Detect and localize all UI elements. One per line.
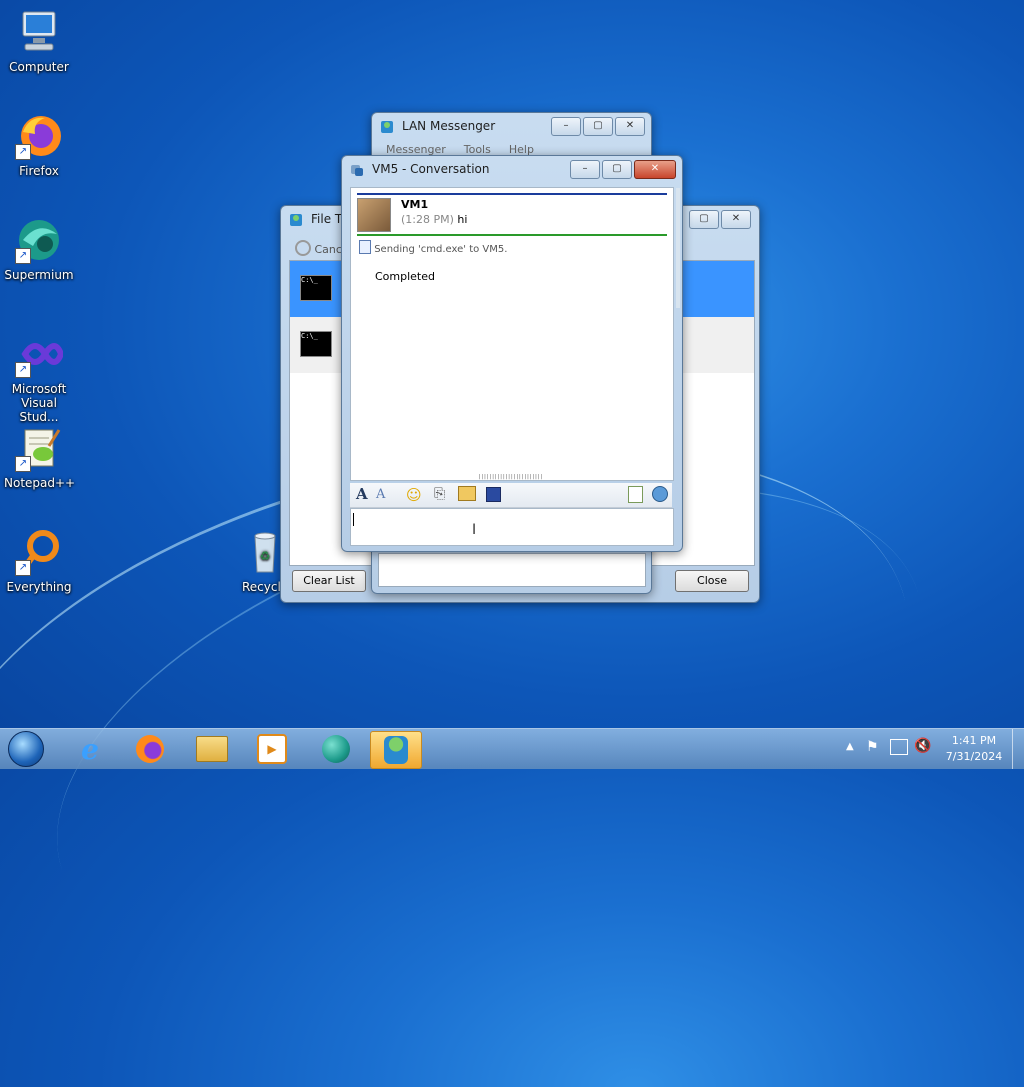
file-transfer-notice: Sending 'cmd.exe' to VM5. [359,240,507,255]
clock[interactable]: 1:41 PM 7/31/2024 [940,733,1008,765]
close-transfer-button[interactable]: Close [675,570,749,592]
sending-text: Sending 'cmd.exe' to VM5. [374,244,508,255]
history-icon[interactable] [628,486,643,503]
supermium-icon [322,735,350,763]
show-desktop-button[interactable] [1012,729,1024,769]
close-button[interactable]: ✕ [634,160,676,179]
shortcut-arrow-icon: ↗ [15,248,31,264]
avatar [357,198,391,232]
conversation-window: VM5 - Conversation – ▢ ✕ VM1 (1:28 PM) h… [341,155,683,552]
sender-name: VM1 [401,198,429,211]
supermium-icon: ↗ [15,216,63,264]
desktop-icon-notepad-plus-plus[interactable]: ↗ Notepad++ [4,424,76,490]
lan-messenger-bottom-panel [378,553,646,587]
lan-messenger-titlebar[interactable]: LAN Messenger – ▢ ✕ [372,113,651,141]
maximize-button[interactable]: ▢ [583,117,613,136]
minimize-button[interactable]: – [570,160,600,179]
emoticon-icon[interactable]: ☺ [406,486,422,504]
broadcast-icon[interactable] [652,486,668,502]
cmd-file-icon: C:\_ [300,331,332,357]
everything-search-icon: ↗ [15,528,63,576]
computer-icon [15,8,63,56]
maximize-button[interactable]: ▢ [602,160,632,179]
folder-icon [196,736,228,762]
clock-date: 7/31/2024 [945,750,1003,763]
conversation-app-icon [350,162,364,178]
visual-studio-icon: ↗ [15,330,65,378]
volume-muted-icon[interactable]: 🔇 [914,738,931,754]
shortcut-arrow-icon: ↗ [15,456,31,472]
taskbar-firefox[interactable] [124,731,176,767]
message-text: hi [457,213,468,226]
completed-status: Completed [375,270,435,283]
clock-time: 1:41 PM [951,734,997,747]
splitter-handle[interactable]: |||||||||||||||||||||||| [350,475,672,480]
close-button[interactable]: ✕ [721,210,751,229]
firefox-icon [136,735,164,763]
desktop-icon-label: Everything [6,580,72,594]
file-icon [359,240,371,254]
media-player-icon: ▶ [257,734,287,764]
shortcut-arrow-icon: ↗ [15,144,31,160]
font-icon[interactable]: A [356,485,368,503]
desktop-icon-label: Microsoft Visual Stud... [11,382,67,424]
cancel-icon [295,240,311,256]
message-time: (1:28 PM) [401,213,454,226]
desktop-icon-computer[interactable]: Computer [4,8,74,74]
lan-messenger-title: LAN Messenger [402,119,496,133]
internet-explorer-icon: e [81,732,99,766]
taskbar-explorer[interactable] [186,731,238,767]
clear-list-button[interactable]: Clear List [292,570,366,592]
svg-text:♻: ♻ [260,549,271,563]
send-folder-icon[interactable] [458,486,476,501]
shortcut-arrow-icon: ↗ [15,560,31,576]
desktop-icon-label: Firefox [19,164,59,178]
message-input[interactable] [350,508,674,546]
lan-messenger-icon [384,736,408,764]
font-color-icon[interactable]: A [376,487,385,502]
cmd-file-icon: C:\_ [300,275,332,301]
conversation-titlebar[interactable]: VM5 - Conversation – ▢ ✕ [342,156,682,184]
taskbar-ie[interactable]: e [64,731,116,767]
action-center-flag-icon[interactable]: ⚑ [866,739,879,755]
header-divider [357,193,667,195]
taskbar-supermium[interactable] [310,731,362,767]
desktop-icon-label: Notepad++ [4,476,76,490]
message-line: (1:28 PM) hi [401,213,467,226]
chat-scrollbar[interactable] [676,188,680,308]
desktop-icon-everything[interactable]: ↗ Everything [4,528,74,594]
shortcut-arrow-icon: ↗ [15,362,31,378]
taskbar-media-player[interactable]: ▶ [246,731,298,767]
maximize-button[interactable]: ▢ [689,210,719,229]
desktop-icon-visual-studio[interactable]: ↗ Microsoft Visual Stud... [0,330,78,424]
format-toolbar: A A ☺ ⎘ [350,483,672,508]
firefox-icon: ↗ [15,112,63,160]
network-icon[interactable] [890,739,908,755]
minimize-button[interactable]: – [551,117,581,136]
start-button[interactable] [0,731,52,767]
send-file-icon[interactable]: ⎘ [434,486,445,502]
i-beam-cursor-icon: I [472,522,477,538]
desktop-icon-firefox[interactable]: ↗ Firefox [4,112,74,178]
desktop-icon-label: Supermium [4,268,74,282]
save-icon[interactable] [486,487,501,502]
taskbar: e ▶ ▲ ⚑ 🔇 1:41 PM 7/31/2024 [0,728,1024,769]
chat-history[interactable]: VM1 (1:28 PM) hi Sending 'cmd.exe' to VM… [350,187,680,481]
desktop-icon-label: Computer [9,60,69,74]
lan-messenger-app-icon [380,119,394,135]
desktop-icon-supermium[interactable]: ↗ Supermium [4,216,74,282]
notepad-plus-plus-icon: ↗ [15,424,63,472]
text-caret [353,513,354,526]
close-button[interactable]: ✕ [615,117,645,136]
taskbar-lan-messenger-active[interactable] [370,731,422,769]
conversation-title: VM5 - Conversation [372,162,490,176]
message-divider [357,234,667,236]
show-hidden-icons-icon[interactable]: ▲ [846,741,854,752]
lan-messenger-app-icon [289,212,303,228]
windows-orb-icon [8,731,44,767]
